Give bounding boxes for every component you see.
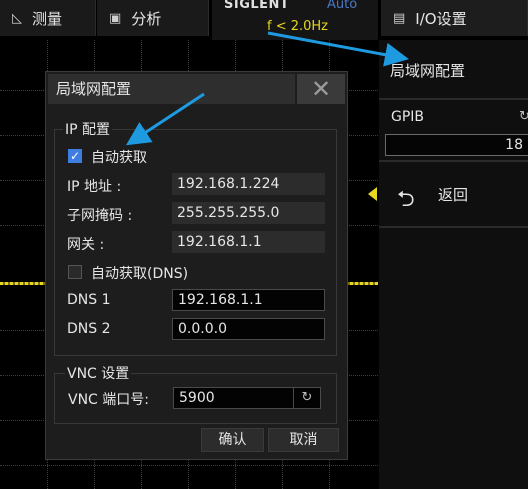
menu-title: 局域网配置 xyxy=(390,62,466,80)
confirm-button[interactable]: 确认 xyxy=(201,428,264,452)
lan-config-dialog: 局域网配置 ✕ IP 配置 ✓ 自动获取 IP 地址 : 192.168.1.2… xyxy=(45,71,348,460)
top-toolbar: ◺ 测量 ▣ 分析 SIGLENT Auto f < 2.0Hz ▤ I/O设置 xyxy=(0,0,528,40)
refresh-icon[interactable]: ↻ xyxy=(519,109,528,124)
measure-label: 测量 xyxy=(32,9,63,28)
analyze-label: 分析 xyxy=(131,9,162,28)
close-button[interactable]: ✕ xyxy=(297,74,345,104)
dns2-field[interactable]: 0.0.0.0 xyxy=(172,318,325,340)
auto-obtain-label: 自动获取 xyxy=(91,150,147,166)
auto-obtain-checkbox[interactable]: ✓ xyxy=(68,149,82,163)
ip-address-label: IP 地址 : xyxy=(67,179,122,195)
menu-divider xyxy=(379,98,528,100)
measure-button[interactable]: ◺ 测量 xyxy=(0,0,96,36)
io-settings-button[interactable]: ▤ I/O设置 xyxy=(381,0,528,36)
dns1-field[interactable]: 192.168.1.1 xyxy=(172,289,325,311)
io-settings-label: I/O设置 xyxy=(415,9,467,28)
menu-divider xyxy=(379,226,528,228)
image-analysis-icon: ▣ xyxy=(109,10,122,26)
trigger-mode: Auto xyxy=(327,0,358,12)
subnet-mask-label: 子网掩码 : xyxy=(67,208,133,224)
dns2-label: DNS 2 xyxy=(67,321,111,337)
vnc-port-label: VNC 端口号: xyxy=(68,392,149,408)
grid-line xyxy=(0,465,378,466)
back-arrow-icon: ⮌ xyxy=(397,187,415,212)
close-icon: ✕ xyxy=(310,75,332,103)
status-display: SIGLENT Auto f < 2.0Hz xyxy=(212,0,378,40)
ip-address-field[interactable]: 192.168.1.224 xyxy=(172,173,325,195)
gateway-field[interactable]: 192.168.1.1 xyxy=(172,231,325,253)
document-icon: ▤ xyxy=(393,10,406,26)
analyze-button[interactable]: ▣ 分析 xyxy=(97,0,209,36)
ruler-icon: ◺ xyxy=(12,10,22,26)
gpib-label: GPIB xyxy=(391,109,425,125)
vnc-port-field[interactable]: 5900 xyxy=(173,387,294,409)
subnet-mask-field[interactable]: 255.255.255.0 xyxy=(172,202,325,224)
dialog-title: 局域网配置 xyxy=(48,74,295,104)
back-button[interactable]: ⮌ 返回 xyxy=(379,162,528,226)
trigger-level-marker[interactable] xyxy=(368,187,377,201)
gateway-label: 网关 : xyxy=(67,237,105,253)
cancel-button[interactable]: 取消 xyxy=(268,428,339,452)
dns1-label: DNS 1 xyxy=(67,292,111,308)
back-label: 返回 xyxy=(438,186,469,204)
frequency-readout: f < 2.0Hz xyxy=(267,19,329,34)
refresh-icon[interactable]: ↻ xyxy=(294,387,321,409)
gpib-address-field[interactable]: 18 xyxy=(385,134,528,156)
auto-dns-checkbox[interactable] xyxy=(68,265,82,279)
ip-config-title: IP 配置 xyxy=(63,119,113,139)
side-menu: 局域网配置 GPIB ↻ 18 ⮌ 返回 xyxy=(379,40,528,489)
brand-logo: SIGLENT xyxy=(224,0,290,12)
vnc-settings-title: VNC 设置 xyxy=(65,363,132,383)
auto-dns-label: 自动获取(DNS) xyxy=(91,266,189,282)
